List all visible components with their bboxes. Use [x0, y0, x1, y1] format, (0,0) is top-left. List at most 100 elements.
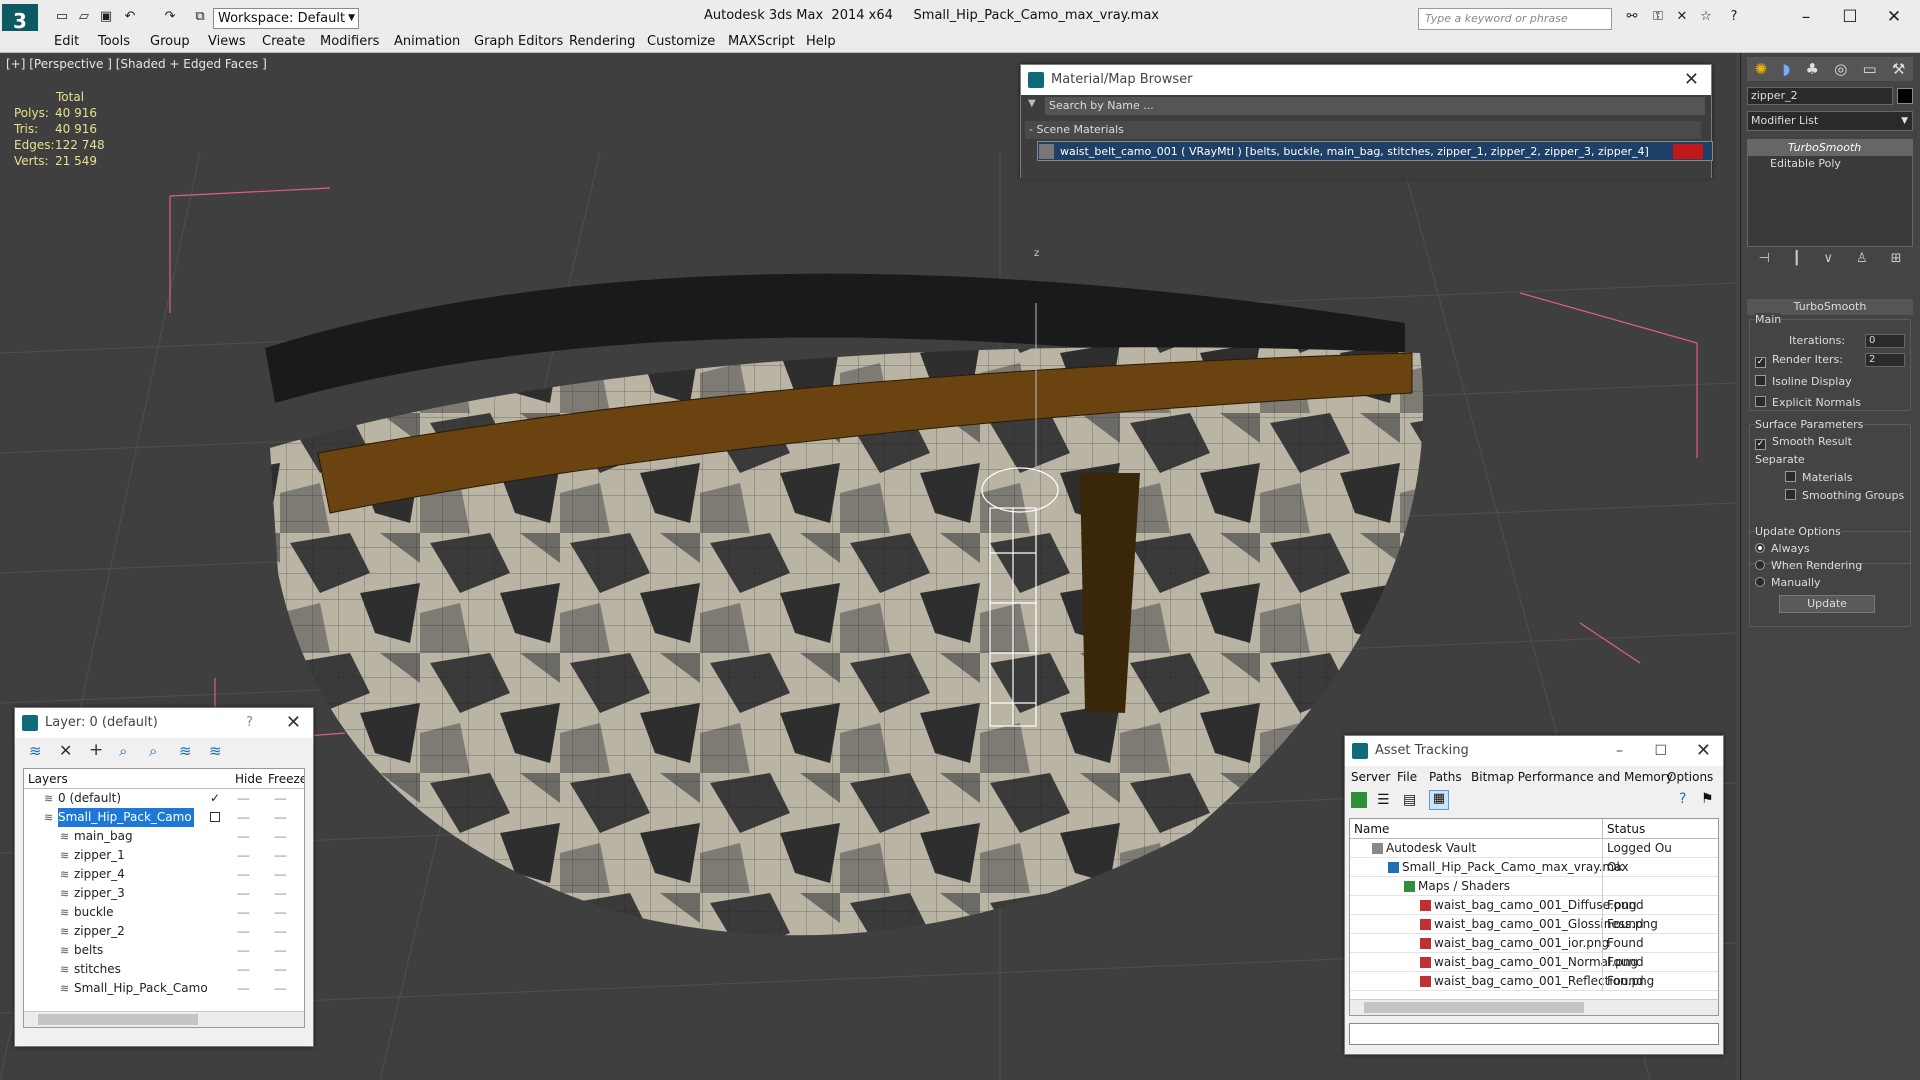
- layer-row[interactable]: belts ≋ ---- ----: [24, 941, 304, 960]
- menu-bitmap-performance[interactable]: Bitmap Performance and Memory: [1471, 766, 1673, 788]
- layer-hide-toggle[interactable]: ----: [237, 865, 250, 884]
- menu-file[interactable]: File: [1397, 766, 1417, 788]
- create-tab-icon[interactable]: ✺: [1755, 60, 1768, 78]
- freeze-all-icon[interactable]: ≋: [209, 742, 222, 760]
- layer-row[interactable]: zipper_1 ≋ ---- ----: [24, 846, 304, 865]
- iterations-spinner[interactable]: 0: [1865, 334, 1905, 348]
- layer-row[interactable]: zipper_2 ≋ ---- ----: [24, 922, 304, 941]
- modifier-list-dropdown[interactable]: Modifier List ▼: [1747, 111, 1913, 131]
- current-layer-icon[interactable]: [210, 812, 220, 822]
- asset-row[interactable]: waist_bag_camo_001_Reflection.png Found: [1350, 972, 1718, 991]
- layer-hide-toggle[interactable]: ----: [237, 922, 250, 941]
- layer-row[interactable]: 0 (default) ≋ ✓ ---- ----: [24, 789, 304, 808]
- layer-hide-toggle[interactable]: ----: [237, 808, 250, 827]
- layer-hide-toggle[interactable]: ----: [237, 827, 250, 846]
- maximize-icon[interactable]: ☐: [1832, 4, 1868, 30]
- delete-layer-icon[interactable]: ✕: [59, 741, 72, 760]
- always-radio[interactable]: [1755, 543, 1765, 553]
- hierarchy-tab-icon[interactable]: ♣: [1806, 60, 1819, 78]
- maximize-icon[interactable]: ☐: [1654, 736, 1667, 766]
- key-icon[interactable]: ⚿: [1648, 9, 1668, 27]
- layer-row[interactable]: main_bag ≋ ---- ----: [24, 827, 304, 846]
- thumbnail-view-icon[interactable]: ▤: [1403, 792, 1416, 808]
- smoothing-groups-checkbox[interactable]: [1785, 489, 1796, 500]
- refresh-icon[interactable]: [1351, 792, 1367, 808]
- layer-freeze-toggle[interactable]: ----: [274, 789, 287, 808]
- asset-row[interactable]: Maps / Shaders: [1350, 877, 1718, 896]
- materials-checkbox[interactable]: [1785, 471, 1796, 482]
- layer-hscrollbar[interactable]: [24, 1011, 304, 1027]
- asset-row[interactable]: waist_bag_camo_001_Diffuse.png Found: [1350, 896, 1718, 915]
- binoculars-icon[interactable]: ⚯: [1622, 9, 1642, 27]
- active-layer-check-icon[interactable]: ✓: [210, 789, 220, 808]
- layer-hide-toggle[interactable]: ----: [237, 846, 250, 865]
- explicit-normals-checkbox[interactable]: [1755, 396, 1766, 407]
- menu-create[interactable]: Create: [262, 34, 305, 49]
- object-color-swatch[interactable]: [1897, 88, 1913, 104]
- layer-freeze-toggle[interactable]: ----: [274, 941, 287, 960]
- layer-freeze-toggle[interactable]: ----: [274, 846, 287, 865]
- asset-row[interactable]: Autodesk Vault Logged Ou: [1350, 839, 1718, 858]
- layer-hide-toggle[interactable]: ----: [237, 960, 250, 979]
- menu-rendering[interactable]: Rendering: [569, 34, 635, 49]
- col-layers[interactable]: Layers: [28, 769, 68, 789]
- layer-row[interactable]: Small_Hip_Pack_Camo ≋ ---- ----: [24, 808, 304, 827]
- menu-options[interactable]: Options: [1667, 766, 1713, 788]
- minimize-icon[interactable]: –: [1616, 736, 1623, 766]
- isoline-checkbox[interactable]: [1755, 375, 1766, 386]
- display-tab-icon[interactable]: ▭: [1863, 60, 1877, 78]
- layer-row[interactable]: zipper_4 ≋ ---- ----: [24, 865, 304, 884]
- layer-freeze-toggle[interactable]: ----: [274, 865, 287, 884]
- manually-radio[interactable]: [1755, 577, 1765, 587]
- layer-titlebar[interactable]: Layer: 0 (default)? ✕: [15, 708, 313, 738]
- search-input[interactable]: Type a keyword or phrase: [1418, 8, 1612, 30]
- asset-row[interactable]: Small_Hip_Pack_Camo_max_vray.max Ok: [1350, 858, 1718, 877]
- close-icon[interactable]: ✕: [286, 708, 301, 738]
- material-item[interactable]: waist_belt_camo_001 ( VRayMtl ) [belts, …: [1037, 141, 1713, 161]
- menu-paths[interactable]: Paths: [1429, 766, 1462, 788]
- menu-help[interactable]: Help: [806, 34, 836, 49]
- menu-graph-editors[interactable]: Graph Editors: [474, 34, 563, 49]
- viewport-label[interactable]: [+] [Perspective ] [Shaded + Edged Faces…: [6, 57, 267, 71]
- stack-item-turbosmooth[interactable]: TurboSmooth: [1748, 140, 1912, 156]
- render-iters-spinner[interactable]: 2: [1865, 353, 1905, 367]
- filter-icon[interactable]: ▼: [1028, 98, 1036, 109]
- layer-row[interactable]: zipper_3 ≋ ---- ----: [24, 884, 304, 903]
- highlight-layer-icon[interactable]: ⌕: [149, 742, 157, 760]
- save-file-icon[interactable]: ▣: [96, 9, 116, 27]
- help-icon[interactable]: ?: [1724, 9, 1744, 27]
- layer-hide-toggle[interactable]: ----: [237, 979, 250, 998]
- asset-tracking-titlebar[interactable]: Asset Tracking – ☐ ✕: [1345, 736, 1723, 766]
- new-file-icon[interactable]: ▭: [52, 9, 72, 27]
- undo-icon[interactable]: ↶: [120, 9, 140, 27]
- layer-row[interactable]: Small_Hip_Pack_Camo ≋ ---- ----: [24, 979, 304, 998]
- project-folder-icon[interactable]: ⧉: [190, 9, 210, 27]
- layer-freeze-toggle[interactable]: ----: [274, 960, 287, 979]
- layer-freeze-toggle[interactable]: ----: [274, 903, 287, 922]
- star-icon[interactable]: ☆: [1696, 9, 1716, 27]
- utilities-tab-icon[interactable]: ⚒: [1892, 60, 1905, 78]
- workspace-dropdown[interactable]: Workspace: Default ▼: [213, 8, 359, 29]
- when-rendering-radio[interactable]: [1755, 560, 1765, 570]
- object-name-field[interactable]: zipper_2: [1747, 87, 1893, 105]
- close-icon[interactable]: ✕: [1684, 65, 1699, 95]
- menu-server[interactable]: Server: [1351, 766, 1390, 788]
- new-layer-icon[interactable]: ≋: [29, 742, 42, 760]
- asset-row[interactable]: waist_bag_camo_001_Glossiness.png Found: [1350, 915, 1718, 934]
- show-end-result-icon[interactable]: ┃: [1793, 251, 1801, 273]
- col-hide[interactable]: Hide: [235, 769, 262, 789]
- table-view-icon[interactable]: ▦: [1429, 790, 1449, 810]
- menu-animation[interactable]: Animation: [394, 34, 460, 49]
- layer-freeze-toggle[interactable]: ----: [274, 979, 287, 998]
- menu-group[interactable]: Group: [150, 34, 190, 49]
- asset-row[interactable]: waist_bag_camo_001_Normal.png Found: [1350, 953, 1718, 972]
- remove-modifier-icon[interactable]: ♙: [1856, 251, 1868, 273]
- menu-maxscript[interactable]: MAXScript: [728, 34, 795, 49]
- smooth-result-checkbox[interactable]: ✓: [1755, 439, 1766, 450]
- material-browser-titlebar[interactable]: Material/Map Browser ✕: [1021, 65, 1711, 95]
- layer-hide-toggle[interactable]: ----: [237, 789, 250, 808]
- layer-hide-toggle[interactable]: ----: [237, 884, 250, 903]
- layer-hide-toggle[interactable]: ----: [237, 941, 250, 960]
- add-to-layer-icon[interactable]: +: [89, 740, 103, 760]
- col-status[interactable]: Status: [1602, 819, 1645, 839]
